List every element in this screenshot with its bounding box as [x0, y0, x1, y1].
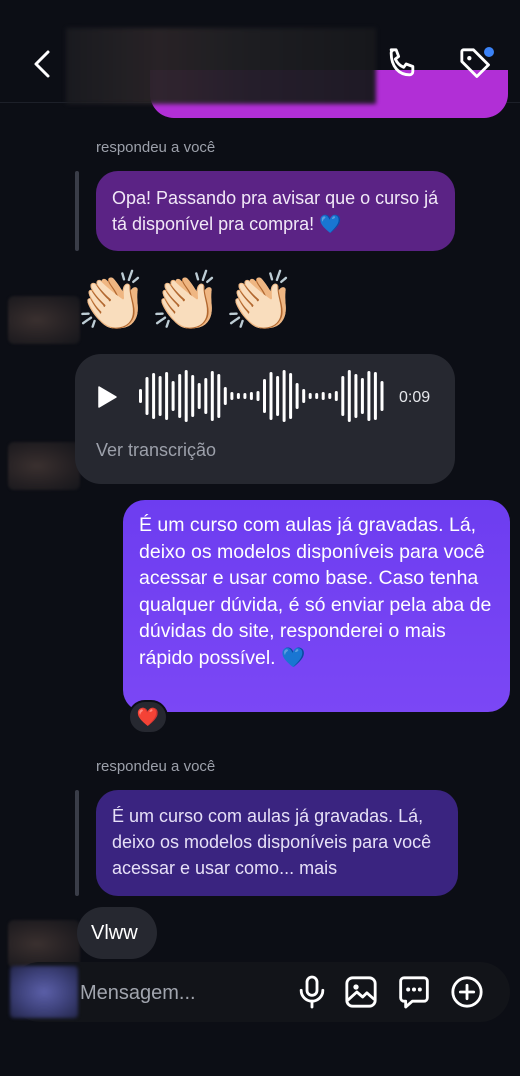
play-icon — [98, 386, 117, 408]
outgoing-message-bubble[interactable]: É um curso com aulas já gravadas. Lá, de… — [123, 500, 510, 712]
phone-icon — [389, 48, 415, 77]
waveform-bar — [243, 393, 247, 399]
waveform-bar — [321, 392, 325, 400]
emoji-message[interactable]: 👏🏻👏🏻👏🏻 — [76, 262, 299, 342]
waveform-bar — [191, 375, 195, 417]
waveform-bar — [158, 376, 162, 416]
reply-label: respondeu a você — [96, 139, 216, 156]
waveform-bar — [315, 393, 319, 399]
waveform-bar — [360, 378, 364, 414]
avatar[interactable] — [8, 920, 80, 968]
waveform-bar — [269, 372, 273, 420]
waveform-bar — [236, 393, 240, 399]
waveform-bar — [341, 376, 345, 416]
message-input[interactable] — [78, 968, 292, 1018]
waveform-bar — [282, 370, 286, 422]
waveform-bar — [367, 371, 371, 421]
waveform-bar — [152, 373, 156, 419]
sticker-button[interactable] — [394, 972, 434, 1012]
waveform-bar — [289, 373, 293, 419]
waveform-bar — [171, 381, 175, 411]
plus-icon — [451, 976, 483, 1008]
audio-waveform[interactable] — [138, 368, 386, 424]
reply-message-bubble[interactable]: É um curso com aulas já gravadas. Lá, de… — [96, 790, 458, 896]
heart-icon: ❤️ — [136, 706, 160, 727]
avatar[interactable] — [8, 442, 80, 490]
waveform-bar — [380, 381, 384, 411]
waveform-bar — [197, 383, 201, 409]
waveform-bar — [347, 370, 351, 422]
waveform-bar — [354, 374, 358, 418]
image-icon — [345, 976, 377, 1008]
waveform-bar — [230, 392, 234, 400]
sticker-icon — [399, 976, 429, 1009]
waveform-bar — [145, 377, 149, 415]
waveform-bar — [184, 370, 188, 422]
waveform-bar — [295, 383, 299, 409]
avatar[interactable] — [8, 296, 80, 344]
waveform-bar — [178, 374, 182, 418]
reply-quote-bar — [75, 790, 79, 896]
waveform-bar — [249, 392, 253, 400]
camera-avatar[interactable] — [10, 966, 78, 1018]
waveform-bar — [334, 391, 338, 401]
waveform-icon — [139, 370, 384, 422]
reply-quote-bar — [75, 171, 79, 251]
contact-name-blurred[interactable] — [66, 28, 376, 104]
waveform-bar — [165, 372, 169, 420]
reply-message-bubble[interactable]: Opa! Passando pra avisar que o curso já … — [96, 171, 455, 251]
waveform-bar — [210, 371, 214, 421]
waveform-bar — [223, 387, 227, 405]
view-transcript-link[interactable]: Ver transcrição — [96, 440, 216, 461]
waveform-bar — [204, 378, 208, 414]
incoming-message-bubble[interactable]: Vlww — [77, 907, 157, 959]
play-button[interactable] — [96, 385, 118, 409]
waveform-bar — [302, 389, 306, 403]
add-button[interactable] — [447, 972, 487, 1012]
waveform-bar — [217, 374, 221, 418]
microphone-button[interactable] — [292, 972, 332, 1012]
call-button[interactable] — [382, 44, 422, 84]
notification-dot — [484, 47, 494, 57]
chevron-left-icon — [34, 50, 50, 78]
heart-reaction[interactable]: ❤️ — [128, 700, 168, 734]
back-button[interactable] — [26, 44, 60, 84]
audio-duration: 0:09 — [399, 389, 431, 406]
waveform-bar — [139, 389, 142, 403]
waveform-bar — [263, 379, 266, 413]
waveform-bar — [276, 376, 280, 416]
waveform-bar — [256, 391, 260, 401]
microphone-icon — [299, 975, 325, 1009]
waveform-bar — [373, 372, 377, 420]
waveform-bar — [308, 393, 312, 399]
reply-label: respondeu a você — [96, 758, 216, 775]
gallery-button[interactable] — [341, 972, 381, 1012]
waveform-bar — [328, 393, 332, 399]
